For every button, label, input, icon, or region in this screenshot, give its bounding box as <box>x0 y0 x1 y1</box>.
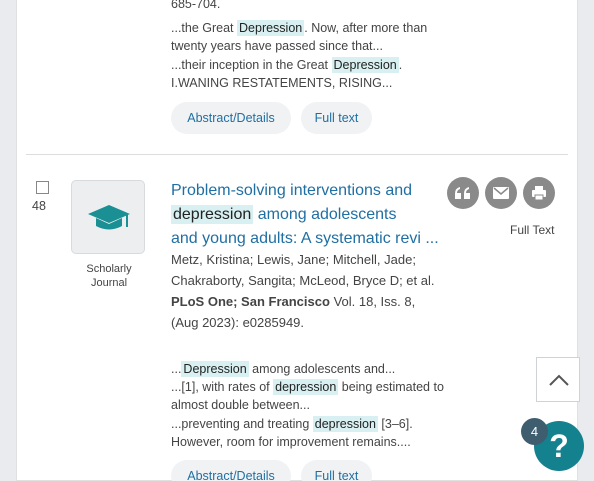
print-icon <box>532 186 546 201</box>
full-text-availability: Full Text <box>510 223 555 237</box>
search-term-highlight: depression <box>312 416 378 432</box>
prev-snippet-2: ...their inception in the Great Depressi… <box>171 56 446 92</box>
title-text: and young adults: A systematic revi ... <box>171 230 439 247</box>
chevron-up-icon <box>549 374 569 386</box>
volume-issue: Vol. 18, Iss. 8, <box>333 294 416 309</box>
authors-list[interactable]: Metz, Kristina; Lewis, Jane; Mitchell, J… <box>171 252 435 288</box>
title-text: among adolescents <box>257 206 397 223</box>
prev-abstract-details-button[interactable]: Abstract/Details <box>171 102 291 134</box>
prev-full-text-button[interactable]: Full text <box>301 102 372 134</box>
title-text: Problem-solving interventions and <box>171 182 413 199</box>
search-term-highlight: depression <box>273 379 339 395</box>
publication-date: (Aug 2023): <box>171 315 239 330</box>
document-type-label: Scholarly Journal <box>86 263 132 289</box>
search-term-highlight: Depression <box>181 361 249 377</box>
prev-pages: 685-704. <box>171 0 221 11</box>
search-term-highlight: Depression <box>331 57 399 73</box>
snippet-text: among adolescents and... <box>248 362 396 376</box>
prev-snippet-1: ...the Great Depression. Now, after more… <box>171 19 446 55</box>
result-citation: Metz, Kristina; Lewis, Jane; Mitchell, J… <box>171 249 446 333</box>
full-text-button[interactable]: Full text <box>301 460 372 481</box>
snippet-text: ...preventing and treating <box>171 417 313 431</box>
result-snippet-1: ... Depression among adolescents and... <box>171 360 446 378</box>
select-result-checkbox[interactable] <box>36 181 49 194</box>
result-divider <box>26 154 568 155</box>
email-icon <box>493 187 509 199</box>
article-id: e0285949. <box>242 315 305 330</box>
mortarboard-icon <box>88 205 130 230</box>
print-button[interactable] <box>523 177 555 209</box>
publication-source[interactable]: PLoS One; San Francisco <box>171 294 330 309</box>
abstract-details-button[interactable]: Abstract/Details <box>171 460 291 481</box>
document-type-thumbnail[interactable] <box>71 180 145 254</box>
email-button[interactable] <box>485 177 517 209</box>
result-snippet-2: ...[1], with rates of depression being e… <box>171 378 446 414</box>
notification-badge: 4 <box>521 418 548 445</box>
search-term-highlight: depression <box>171 205 254 224</box>
snippet-text: ...their inception in the Great <box>171 58 332 72</box>
snippet-text: ... <box>171 362 182 376</box>
result-snippet-3: ...preventing and treating depression [3… <box>171 415 446 451</box>
snippet-text: ...[1], with rates of <box>171 380 274 394</box>
cite-button[interactable] <box>447 177 479 209</box>
scroll-to-top-button[interactable] <box>536 357 580 402</box>
snippet-text: ...the Great <box>171 21 238 35</box>
search-term-highlight: Depression <box>237 20 305 36</box>
help-question-icon: ? <box>549 428 569 464</box>
quote-icon <box>455 187 470 199</box>
result-title-link[interactable]: Problem-solving interventions and depres… <box>171 179 451 251</box>
result-number: 48 <box>32 199 46 213</box>
